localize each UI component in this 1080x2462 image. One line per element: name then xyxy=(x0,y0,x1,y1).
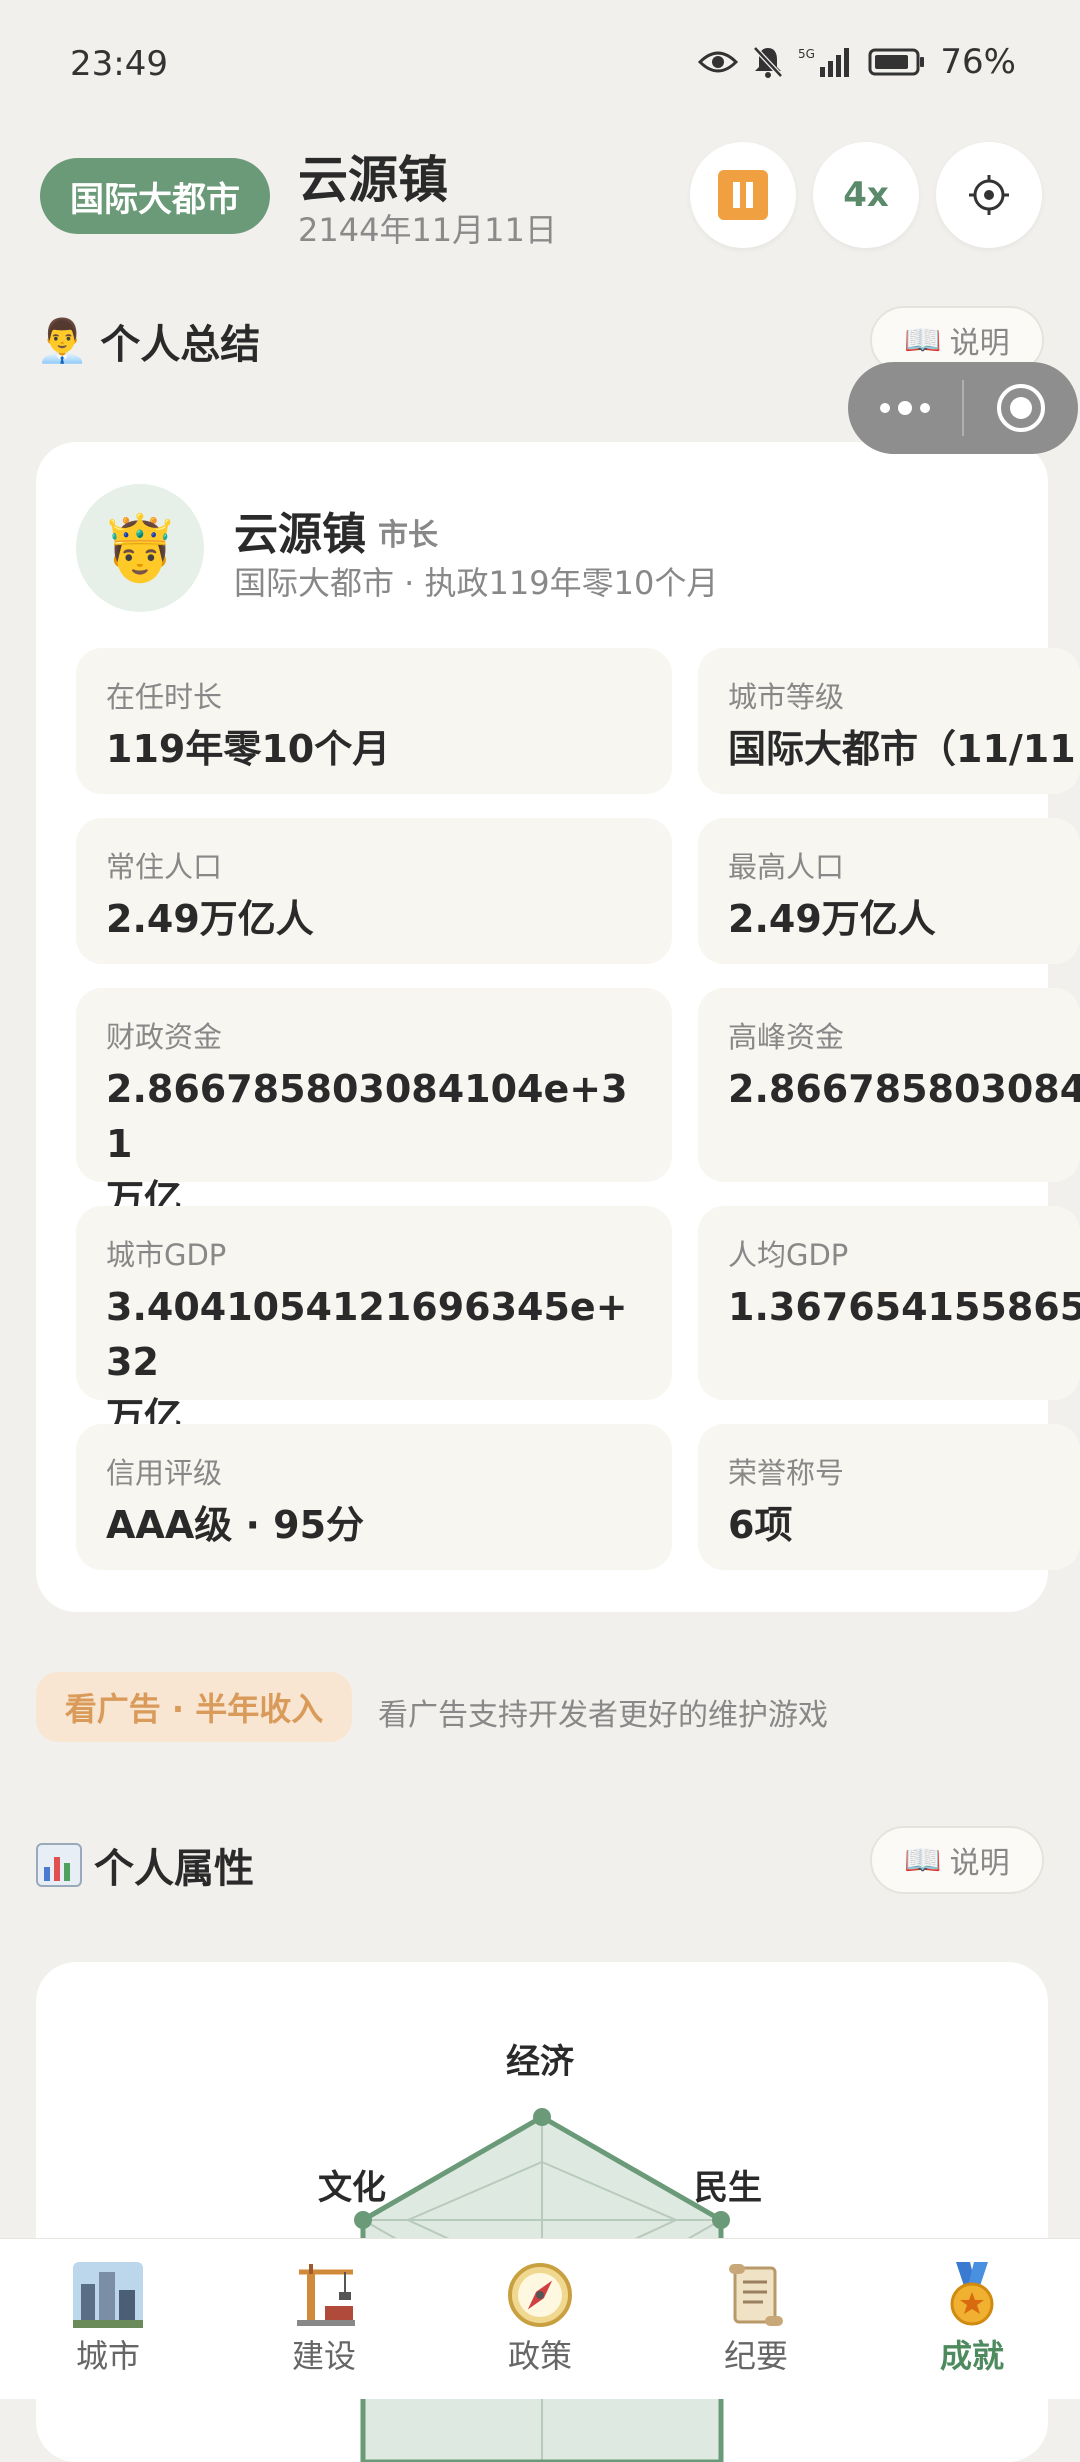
nav-label: 城市 xyxy=(75,2337,140,2375)
stat-value: 2.866785803084104e+31 万亿 xyxy=(106,1067,628,1222)
attributes-explain-button[interactable]: 📖 说明 xyxy=(870,1826,1044,1894)
city-icon xyxy=(72,2261,144,2329)
mute-bell-icon xyxy=(753,46,784,78)
more-button[interactable] xyxy=(848,398,962,418)
nav-achievements[interactable]: 成就 xyxy=(864,2239,1080,2399)
stat-label: 荣誉称号 xyxy=(728,1456,845,1490)
radar-label-culture: 文化 xyxy=(318,2168,386,2208)
stat-label: 人均GDP xyxy=(728,1238,849,1272)
stat-value: 119年零10个月 xyxy=(106,727,391,771)
status-icons: 5G 76% xyxy=(698,42,1016,82)
radar-point-livelihood xyxy=(712,2211,730,2229)
nav-label: 建设 xyxy=(291,2337,356,2375)
nav-label: 政策 xyxy=(507,2337,572,2375)
game-date: 2144年11月11日 xyxy=(298,211,557,249)
radar-point-culture xyxy=(354,2211,372,2229)
stat-value: 2.49万亿人 xyxy=(106,897,314,941)
avatar: 🤴 xyxy=(76,484,204,612)
mayor-subtitle: 国际大都市 · 执政119年零10个月 xyxy=(234,564,719,602)
radar-label-livelihood: 民生 xyxy=(694,2168,762,2208)
stat-value: 3.4041054121696345e+32 万亿 xyxy=(106,1285,628,1440)
stat-treasury: 财政资金 2.866785803084104e+31 万亿 xyxy=(76,988,672,1221)
nav-label: 纪要 xyxy=(723,2337,788,2375)
battery-icon xyxy=(868,48,925,76)
radar-label-economy: 经济 xyxy=(506,2042,574,2082)
crane-icon xyxy=(288,2261,360,2329)
signal-icon: 5G xyxy=(798,47,850,77)
city-level-badge[interactable]: 国际大都市 xyxy=(40,158,270,234)
stat-gdp-per-capita: 人均GDP 1.3676541558650 万元/人 xyxy=(698,1206,1080,1400)
nav-policy[interactable]: 政策 xyxy=(432,2239,648,2399)
stat-value: 1.3676541558650 万元/人 xyxy=(728,1285,1080,1329)
target-settings-icon xyxy=(969,175,1009,215)
explain-label: 说明 xyxy=(949,1846,1010,1881)
close-miniprogram-button[interactable] xyxy=(964,382,1078,434)
stat-value: 2.86678580308410 万亿 xyxy=(728,1067,1080,1111)
bottom-nav: 城市 建设 政策 纪要 成就 xyxy=(0,2238,1080,2399)
stat-value: 6项 xyxy=(728,1503,793,1547)
medal-icon xyxy=(936,2261,1008,2329)
stat-label: 最高人口 xyxy=(728,850,845,884)
stat-value: AAA级 · 95分 xyxy=(106,1503,365,1547)
watch-ad-button[interactable]: 看广告 · 半年收入 xyxy=(36,1672,352,1742)
attributes-section-title: 个人属性 xyxy=(36,1836,254,1894)
book-icon: 📖 xyxy=(904,1842,942,1878)
pause-icon xyxy=(718,170,768,220)
stat-value: 2.49万亿人 xyxy=(728,897,936,941)
stat-label: 城市GDP xyxy=(106,1238,227,1272)
pause-button[interactable] xyxy=(690,142,796,248)
radar-point-economy xyxy=(533,2108,551,2126)
stat-label: 在任时长 xyxy=(106,680,223,714)
stat-tenure: 在任时长 119年零10个月 xyxy=(76,648,672,794)
stat-population: 常住人口 2.49万亿人 xyxy=(76,818,672,964)
stat-label: 信用评级 xyxy=(106,1456,223,1490)
stat-value: 国际大都市（11/11 xyxy=(728,727,1076,771)
miniprogram-capsule xyxy=(848,362,1078,454)
summary-section-title: 👨‍💼 个人总结 xyxy=(36,312,260,370)
nav-build[interactable]: 建设 xyxy=(216,2239,432,2399)
stat-label: 高峰资金 xyxy=(728,1020,845,1054)
stat-label: 常住人口 xyxy=(106,850,223,884)
scroll-icon xyxy=(720,2261,792,2329)
mayor-role: 市长 xyxy=(378,518,438,553)
eye-icon xyxy=(698,51,739,73)
mayor-city-name: 云源镇 xyxy=(234,509,366,560)
stat-label: 城市等级 xyxy=(728,680,845,714)
more-dots-icon xyxy=(880,401,930,415)
stat-label: 财政资金 xyxy=(106,1020,223,1054)
stat-city-level: 城市等级 国际大都市（11/11 xyxy=(698,648,1080,794)
stat-peak-population: 最高人口 2.49万亿人 xyxy=(698,818,1080,964)
summary-title-text: 个人总结 xyxy=(100,322,261,368)
stat-honors: 荣誉称号 6项 xyxy=(698,1424,1080,1570)
stat-peak-treasury: 高峰资金 2.86678580308410 万亿 xyxy=(698,988,1080,1182)
compass-icon xyxy=(504,2261,576,2329)
stat-city-gdp: 城市GDP 3.4041054121696345e+32 万亿 xyxy=(76,1206,672,1439)
book-icon: 📖 xyxy=(904,322,942,358)
attributes-title-text: 个人属性 xyxy=(94,1846,254,1892)
city-name: 云源镇 xyxy=(298,151,448,209)
battery-percent: 76% xyxy=(940,42,1016,82)
nav-city[interactable]: 城市 xyxy=(0,2239,216,2399)
explain-label: 说明 xyxy=(949,326,1010,361)
ad-description: 看广告支持开发者更好的维护游戏 xyxy=(378,1698,828,1733)
speed-button[interactable]: 4x xyxy=(813,142,919,248)
stat-credit-rating: 信用评级 AAA级 · 95分 xyxy=(76,1424,672,1570)
nav-label: 成就 xyxy=(939,2337,1004,2375)
nav-records[interactable]: 纪要 xyxy=(648,2239,864,2399)
svg-text:5G: 5G xyxy=(798,47,815,61)
status-time: 23:49 xyxy=(70,44,168,84)
office-worker-icon: 👨‍💼 xyxy=(36,316,89,365)
record-circle-icon xyxy=(997,384,1045,432)
settings-button[interactable] xyxy=(936,142,1042,248)
bar-chart-icon xyxy=(36,1843,82,1887)
